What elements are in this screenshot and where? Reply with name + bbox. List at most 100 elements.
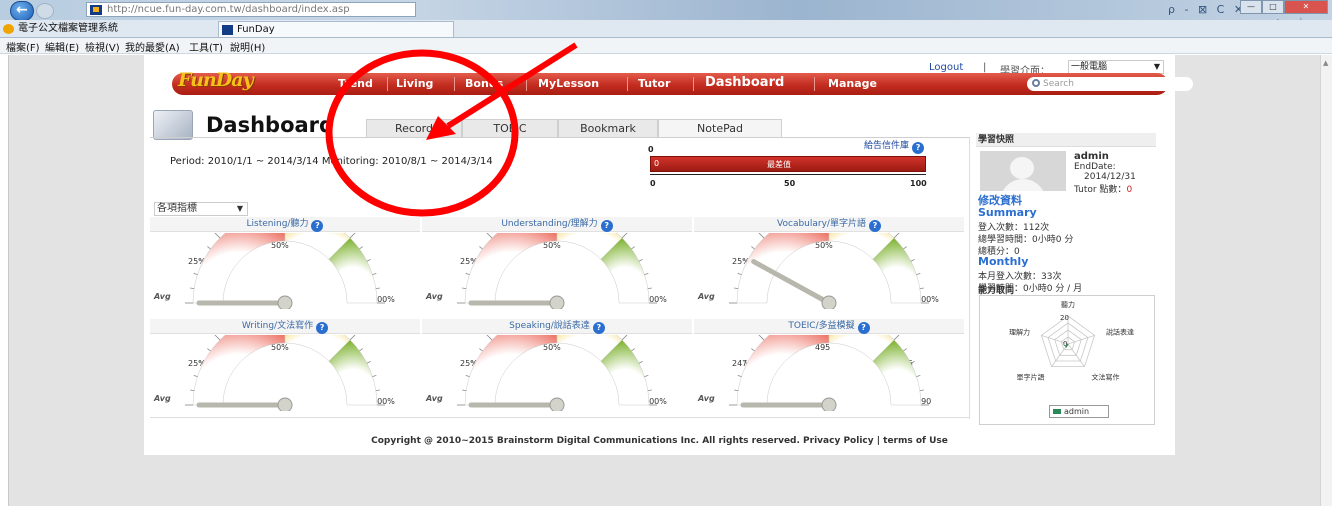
gauge-title-text: Writing/文法寫作 [241,321,314,331]
gauge-tick [465,374,470,377]
gauge-tick [190,287,195,290]
menu-tools[interactable]: 工具(T) [189,39,223,54]
gauge-tick [621,335,628,341]
gauge-tick [193,272,198,275]
vertical-scrollbar[interactable]: ▲ [1320,55,1332,506]
gauge-tick [910,361,915,364]
gauge-title-text: Understanding/理解力 [501,219,598,229]
gauge-hub [821,295,837,309]
tab-bookmark[interactable]: Bookmark [558,119,658,137]
gauge-tick [919,287,924,290]
browser-tab-document-system[interactable]: 電子公文檔案管理系統 [0,21,215,37]
gauge-tick [207,246,211,250]
minimize-button[interactable]: — [1240,0,1262,14]
nav-dashboard[interactable]: Dashboard [705,75,784,90]
gauge-title: TOEIC/多益模擬? [694,319,964,334]
ability-title: 能力取向 [978,286,1015,296]
ui-mode-select[interactable]: 一般電腦 ▼ [1068,60,1164,74]
menu-favorites[interactable]: 我的最愛(A) [125,39,180,54]
gauge-tick [366,259,371,262]
browser-title-bar: ← http://ncue.fun-day.com.tw/dashboard/i… [0,0,1332,21]
address-bar[interactable]: http://ncue.fun-day.com.tw/dashboard/ind… [86,2,416,17]
gauge-tick [462,287,467,290]
gauge-card: Listening/聽力? 50% 25% 75% 100% Avg [150,217,420,309]
logout-link[interactable]: Logout [929,62,963,73]
search-icon [1032,79,1040,87]
tab-notepad[interactable]: NotePad [658,119,782,137]
help-icon[interactable]: ? [868,220,881,232]
nav-living[interactable]: Living [396,77,433,90]
gauge-dial [729,335,929,411]
gauge-dial [457,335,657,411]
gauge-tick [214,335,221,341]
funday-logo[interactable]: FunDay [178,69,254,91]
username: admin [1074,151,1109,162]
gauge-tick [638,259,643,262]
gauge-tick [919,389,924,392]
gauge-red-zone [192,335,286,406]
help-icon[interactable]: ? [592,322,605,334]
gauge-card: Speaking/說話表達? 50% 25% 75% 100% Avg [422,319,692,411]
back-button[interactable]: ← [10,1,34,21]
gauge-title: Understanding/理解力? [422,217,692,232]
page-margin-left [8,55,144,506]
end-date-label: EndDate: [1074,162,1116,172]
utility-separator: | [983,62,987,73]
gauge-tick [737,374,742,377]
gauge-tick [479,348,483,352]
menu-view[interactable]: 檢視(V) [85,39,120,54]
menu-help[interactable]: 說明(H) [230,39,265,54]
footer-copyright: Copyright @ 2010~2015 Brainstorm Digital… [371,436,948,446]
gauge-tick [743,259,748,262]
nav-mylesson[interactable]: MyLesson [538,77,599,90]
gauge-card: TOEIC/多益模擬? 495 247.5 742.5 990 Avg [694,319,964,411]
gauge-red-zone [464,335,558,406]
gauge-title-text: Speaking/說話表達 [509,321,590,331]
tab-label: 電子公文檔案管理系統 [18,23,118,34]
nav-bonus[interactable]: Bonus [465,77,503,90]
gauge-tick [910,259,915,262]
gauge-tick [644,272,649,275]
forward-button[interactable] [36,3,54,19]
gauge-dial [729,233,929,309]
help-icon[interactable]: ? [600,220,613,232]
indicator-select[interactable]: 各項指標 ▼ [154,202,248,216]
ad-tick-0: 0 [650,179,656,188]
browser-tab-funday[interactable]: FunDay [218,21,454,37]
gauge-tick [479,246,483,250]
gauge-tick [916,374,921,377]
gauge-red-zone [736,335,830,406]
gauge-tick [349,233,356,239]
close-button[interactable]: ✕ [1284,0,1328,14]
gauge-title: Speaking/說話表達? [422,319,692,334]
help-icon[interactable]: ? [311,220,324,232]
menu-edit[interactable]: 編輯(E) [45,39,79,54]
gauge-tick [893,335,900,341]
summary-title: Summary [978,206,1037,219]
gauge-tick [644,374,649,377]
tab-record[interactable]: Record [366,119,462,137]
gauge-hub [549,397,565,411]
gauge-title-text: TOEIC/多益模擬 [788,321,855,331]
nav-manage[interactable]: Manage [828,77,877,90]
nav-tutor[interactable]: Tutor [638,77,670,90]
site-favicon-icon [90,5,102,15]
gauge-title: Writing/文法寫作? [150,319,420,334]
nav-divider [693,77,694,91]
help-icon[interactable]: ? [316,322,329,334]
page-margin-right [1175,55,1320,506]
nav-trend[interactable]: Trend [338,77,373,90]
gauge-title: Vocabulary/單字片語? [694,217,964,232]
help-icon[interactable]: ? [857,322,870,334]
gauge-tick [372,272,377,275]
tab-toeic[interactable]: TOEIC [462,119,558,137]
end-date: 2014/12/31 [1084,172,1136,182]
gauge-tick [359,348,363,352]
gauge-title: Listening/聽力? [150,217,420,232]
maximize-button[interactable]: □ [1262,0,1284,14]
gauge-tick [471,361,476,364]
menu-file[interactable]: 檔案(F) [6,39,40,54]
tutor-points: Tutor 點數：0 [1074,185,1133,195]
search-input[interactable]: Search [1027,77,1193,91]
address-bar-actions[interactable]: ρ - ⊠ C ✕ [1168,3,1246,16]
